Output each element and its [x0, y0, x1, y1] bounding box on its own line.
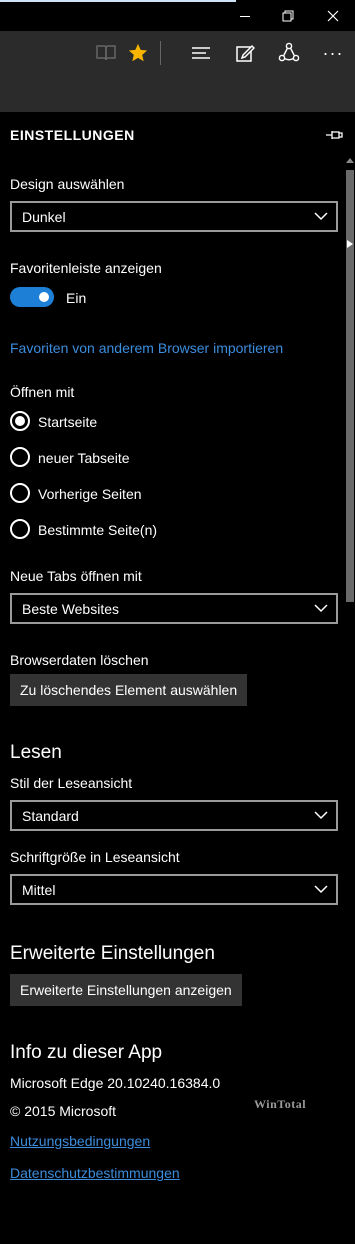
import-favorites-link[interactable]: Favoriten von anderem Browser importiere… [10, 340, 283, 356]
pen-icon [236, 44, 255, 62]
advanced-heading: Erweiterte Einstellungen [10, 943, 215, 964]
toggle-knob [39, 292, 49, 302]
radio-label-previous-pages: Vorherige Seiten [38, 486, 142, 502]
toolbar-divider [160, 41, 161, 65]
minimize-icon [240, 15, 250, 17]
browser-toolbar: ··· [0, 31, 355, 75]
chevron-down-icon [314, 604, 328, 613]
favorites-bar-label: Favoritenleiste anzeigen [10, 260, 162, 276]
scroll-up-icon[interactable] [346, 157, 354, 163]
chevron-down-icon [314, 212, 328, 221]
star-icon [128, 43, 148, 62]
close-icon [327, 10, 339, 22]
privacy-link[interactable]: Datenschutzbestimmungen [10, 1165, 180, 1181]
more-icon: ··· [322, 42, 344, 63]
new-tabs-value: Beste Websites [22, 601, 120, 617]
tab-strip-area [0, 75, 355, 112]
clear-data-label: Browserdaten löschen [10, 652, 149, 668]
reading-font-value: Mittel [22, 882, 56, 898]
radio-label-specific-pages: Bestimmte Seite(n) [38, 522, 158, 538]
new-tabs-select[interactable]: Beste Websites [10, 593, 338, 624]
about-heading: Info zu dieser App [10, 1042, 163, 1063]
radio-specific-pages[interactable] [10, 519, 30, 539]
open-with-label: Öffnen mit [10, 384, 75, 400]
more-button[interactable]: ··· [318, 39, 348, 67]
watermark-logo: WinTotal [254, 1097, 307, 1111]
chevron-down-icon [314, 885, 328, 894]
scrollbar-thumb[interactable] [346, 170, 354, 602]
favorites-bar-toggle[interactable] [10, 287, 54, 307]
loading-progress [0, 0, 236, 2]
radio-label-startseite: Startseite [38, 414, 98, 430]
reading-style-value: Standard [22, 808, 79, 824]
reading-font-select[interactable]: Mittel [10, 874, 338, 905]
reading-font-label: Schriftgröße in Leseansicht [10, 849, 180, 865]
radio-previous-pages[interactable] [10, 483, 30, 503]
terms-link[interactable]: Nutzungsbedingungen [10, 1133, 150, 1149]
copyright-text: © 2015 Microsoft [10, 1103, 117, 1119]
minimize-button[interactable] [225, 4, 265, 28]
restore-button[interactable] [268, 4, 308, 28]
favorites-bar-state: Ein [66, 290, 87, 306]
share-icon [278, 42, 300, 62]
reading-view-button[interactable] [91, 39, 121, 67]
radio-label-new-tab: neuer Tabseite [38, 450, 130, 466]
version-text: Microsoft Edge 20.10240.16384.0 [10, 1075, 221, 1091]
show-advanced-button[interactable]: Erweiterte Einstellungen anzeigen [10, 974, 242, 1006]
new-tabs-label: Neue Tabs öffnen mit [10, 568, 142, 584]
book-icon [96, 45, 116, 61]
settings-title: EINSTELLUNGEN [10, 127, 135, 143]
choose-clear-button[interactable]: Zu löschendes Element auswählen [10, 674, 248, 706]
restore-icon [282, 10, 294, 22]
close-button[interactable] [313, 4, 353, 28]
chevron-down-icon [314, 811, 328, 820]
cursor-icon [347, 240, 353, 248]
design-value: Dunkel [22, 209, 66, 225]
reading-style-label: Stil der Leseansicht [10, 775, 133, 791]
web-note-button[interactable] [230, 39, 260, 67]
reading-style-select[interactable]: Standard [10, 800, 338, 831]
hub-button[interactable] [186, 39, 216, 67]
title-bar [0, 0, 355, 31]
radio-startseite[interactable] [10, 411, 30, 431]
share-button[interactable] [274, 39, 304, 67]
radio-new-tab[interactable] [10, 447, 30, 467]
pin-icon [326, 131, 343, 139]
reading-heading: Lesen [10, 742, 62, 763]
hub-icon [192, 47, 210, 59]
favorite-button[interactable] [123, 39, 153, 67]
design-label: Design auswählen [10, 176, 125, 192]
design-select[interactable]: Dunkel [10, 201, 338, 232]
pin-button[interactable] [325, 128, 343, 144]
